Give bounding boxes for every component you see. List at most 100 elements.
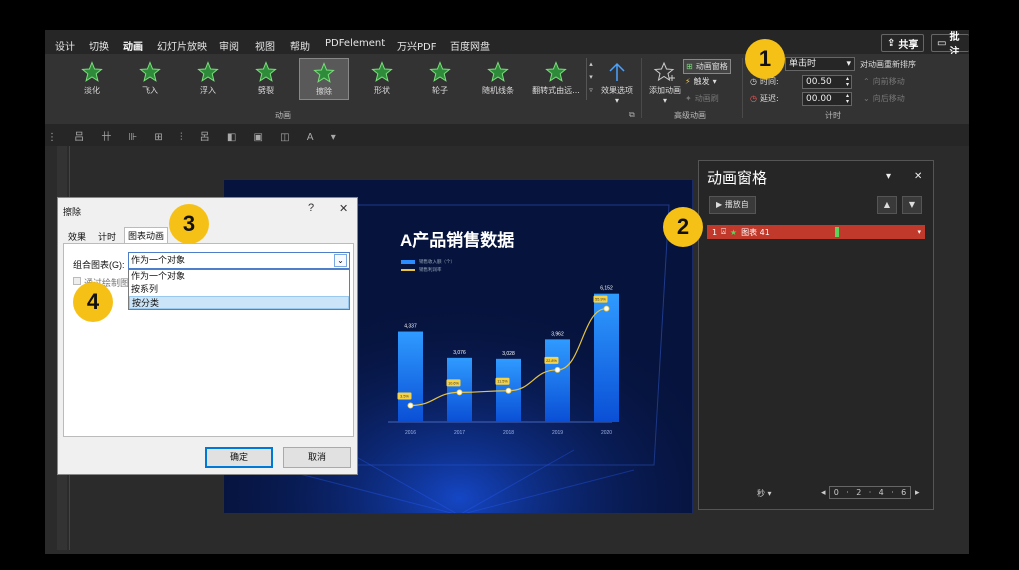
- tab-effect[interactable]: 效果: [65, 229, 89, 243]
- timeline-scroll-right[interactable]: ▸: [915, 488, 920, 498]
- bar-value-label: 4,337: [404, 324, 417, 330]
- sales-chart[interactable]: 4,337 2016 3,076 2017 3,028 2018 3,962 2019 6,15…: [380, 256, 620, 446]
- chevron-down-icon[interactable]: ▾: [917, 228, 921, 236]
- play-icon: ▶: [716, 200, 725, 209]
- animation-float-in[interactable]: 浮入: [183, 58, 233, 100]
- tab-baidu-netdisk[interactable]: 百度网盘: [450, 38, 490, 53]
- timing-bar: [835, 227, 839, 237]
- animation-shape[interactable]: 形状: [357, 58, 407, 100]
- clock-icon: ◷: [750, 77, 757, 86]
- rate-point: [407, 402, 414, 409]
- move-up-button[interactable]: ▲: [877, 196, 897, 214]
- animation-pane-button[interactable]: ⊞ 动画窗格: [683, 59, 731, 74]
- gallery-scroll[interactable]: ▴ ▾ ▿: [586, 58, 595, 100]
- animation-label: 浮入: [200, 86, 216, 95]
- animation-grow-turn[interactable]: 翻转式由远...: [531, 58, 581, 100]
- format-toolbar: ⋮ 吕 卄 ⊪ ⊞ ⫶ 呂 ◧ ▣ ◫ A ▾: [45, 124, 969, 146]
- start-select[interactable]: 单击时 ▾: [785, 57, 855, 71]
- chevron-down-icon[interactable]: ⌄: [334, 254, 347, 267]
- animation-random-bars[interactable]: 随机线条: [473, 58, 523, 100]
- star-icon: [487, 61, 509, 82]
- group-chart-label: 组合图表(G):: [73, 260, 125, 270]
- tab-slideshow[interactable]: 幻灯片放映: [157, 38, 207, 53]
- x-tick-label: 2020: [601, 430, 612, 436]
- add-animation-button[interactable]: 添加动画 ▾: [643, 58, 687, 105]
- close-icon[interactable]: ✕: [339, 202, 348, 215]
- option-by-category[interactable]: 按分类: [129, 296, 349, 309]
- play-from-button[interactable]: ▶ 播放自: [709, 196, 756, 214]
- bar-value-label: 3,076: [453, 350, 466, 356]
- timeline-ruler: 0 · 2 · 4 · 6: [829, 486, 911, 499]
- move-earlier-button[interactable]: ⌃ 向前移动: [863, 76, 905, 87]
- tab-review[interactable]: 审阅: [219, 38, 239, 53]
- ok-button[interactable]: 确定: [205, 447, 273, 468]
- rate-point: [603, 305, 610, 312]
- tab-wanxing-pdf[interactable]: 万兴PDF: [397, 38, 436, 53]
- callout-2: 2: [663, 207, 703, 247]
- chart-animation-panel: 组合图表(G): 作为一个对象 ⌄ 通过绘制图表背景启动动画效果 作为一个对象 …: [63, 243, 354, 437]
- animation-wheel[interactable]: 轮子: [415, 58, 465, 100]
- chevron-up-icon: ⌃: [863, 77, 870, 86]
- tab-transitions[interactable]: 切换: [89, 38, 109, 53]
- animation-label: 轮子: [432, 86, 448, 95]
- reorder-label: 对动画重新排序: [860, 60, 916, 69]
- animation-painter-button[interactable]: ✦ 动画刷: [685, 93, 719, 104]
- seconds-menu[interactable]: 秒 ▾: [757, 488, 772, 499]
- painter-icon: ✦: [685, 94, 692, 103]
- duration-input[interactable]: 00.50 ▴ ▾: [802, 75, 852, 89]
- share-button[interactable]: ⇪ 共享: [881, 34, 925, 52]
- cancel-button[interactable]: 取消: [283, 447, 351, 468]
- animation-split[interactable]: 劈裂: [241, 58, 291, 100]
- pane-icon: ⊞: [686, 62, 693, 71]
- tab-view[interactable]: 视图: [255, 38, 275, 53]
- slide-title: A产品销售数据: [400, 231, 515, 250]
- chevron-down-icon: ⌄: [863, 94, 870, 103]
- divider: [742, 58, 743, 118]
- dialog-launcher-icon[interactable]: ⧉: [629, 110, 635, 120]
- callout-3: 3: [169, 204, 209, 244]
- tab-help[interactable]: 帮助: [290, 38, 310, 53]
- clock-icon: ◷: [750, 94, 757, 103]
- effect-options-button[interactable]: 效果选项 ▾: [597, 58, 637, 105]
- callout-4: 4: [73, 282, 113, 322]
- animation-label: 淡化: [84, 86, 100, 95]
- option-as-one-object[interactable]: 作为一个对象: [129, 270, 349, 283]
- tab-animations[interactable]: 动画: [123, 38, 143, 57]
- animation-wipe[interactable]: 擦除: [299, 58, 349, 100]
- animation-fly-in[interactable]: 飞入: [125, 58, 175, 100]
- alignment-toolbar-icons[interactable]: ⋮ 吕 卄 ⊪ ⊞ ⫶ 呂 ◧ ▣ ◫ A ▾: [47, 128, 343, 143]
- animation-pane: 动画窗格 ▾ ✕ ▶ 播放自 ▲ ▼ 1 ⍓ ★ 图表 41 ▾ 秒 ▾ ◂ 0…: [698, 160, 934, 510]
- trigger-button[interactable]: ⚡ 触发 ▾: [685, 76, 717, 87]
- timeline-scroll-left[interactable]: ◂: [821, 488, 826, 498]
- rate-label: 3.5%: [400, 395, 409, 399]
- animation-pane-title: 动画窗格: [707, 169, 768, 187]
- option-by-series[interactable]: 按系列: [129, 283, 349, 296]
- close-icon[interactable]: ✕: [914, 171, 922, 182]
- animation-item[interactable]: 1 ⍓ ★ 图表 41 ▾: [707, 225, 925, 239]
- move-later-button[interactable]: ⌄ 向后移动: [863, 93, 905, 104]
- ribbon: 淡化 飞入 浮入 劈裂 擦除 形状 轮子 随机线条 翻转式由远... ▴ ▾ ▿ 效果选项 ▾ 动画…: [45, 54, 969, 124]
- animation-label: 形状: [374, 86, 390, 95]
- animation-fade[interactable]: 淡化: [67, 58, 117, 100]
- star-icon: [255, 61, 277, 82]
- rate-point: [505, 387, 512, 394]
- move-down-button[interactable]: ▼: [902, 196, 922, 214]
- tab-timing[interactable]: 计时: [95, 229, 119, 243]
- divider: [641, 58, 642, 118]
- animation-label: 随机线条: [482, 86, 514, 95]
- group-chart-select[interactable]: 作为一个对象 ⌄: [128, 252, 350, 269]
- x-tick-label: 2017: [454, 430, 465, 436]
- tab-chart-animation[interactable]: 图表动画: [124, 227, 169, 244]
- star-icon: [313, 62, 335, 83]
- wipe-effect-dialog: 擦除 ? ✕ 效果 计时 图表动画 组合图表(G): 作为一个对象 ⌄ 通过绘制…: [57, 197, 358, 475]
- tab-pdfelement[interactable]: PDFelement: [325, 38, 385, 49]
- comments-button[interactable]: ▭ 批注: [931, 32, 969, 58]
- bar-value-label: 3,962: [551, 331, 564, 337]
- arrow-up-icon: [609, 62, 625, 81]
- pane-menu-icon[interactable]: ▾: [886, 171, 891, 182]
- background-checkbox[interactable]: [73, 277, 81, 285]
- help-button[interactable]: ?: [308, 202, 314, 214]
- chart-bar: [594, 293, 619, 422]
- tab-design[interactable]: 设计: [55, 38, 75, 53]
- delay-input[interactable]: 00.00 ▴ ▾: [802, 92, 852, 106]
